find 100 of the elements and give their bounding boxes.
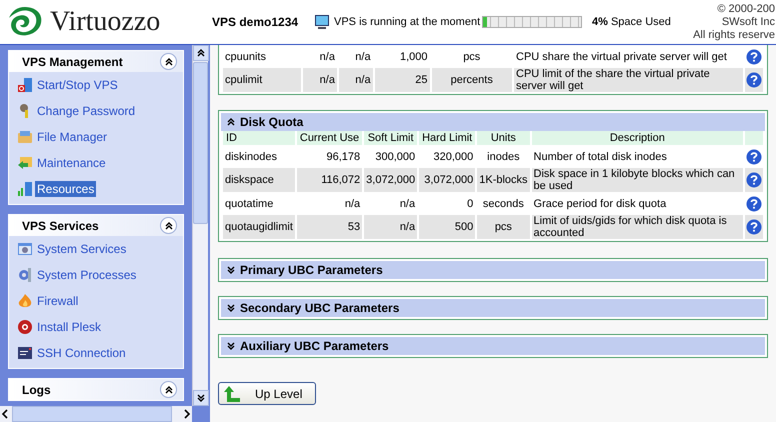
table-cell-text: cpuunits <box>224 50 267 64</box>
horizontal-scrollbar[interactable] <box>0 406 192 422</box>
scroll-down-icon[interactable] <box>197 394 205 402</box>
table-cell-text: n/a <box>344 196 362 212</box>
copyright-text: All rights reserve <box>693 28 775 42</box>
table-cell: n/a <box>303 68 337 92</box>
table-cell-text: CPU share the virtual private server will get <box>515 50 728 64</box>
table-cell-text: 1,000 <box>398 50 428 64</box>
table-cell: pcs <box>477 215 530 239</box>
vps-name: VPS demo1234 <box>212 15 300 29</box>
copyright-text: © 2000-200 <box>717 2 775 16</box>
help-icon[interactable] <box>746 72 762 88</box>
scroll-left-icon[interactable] <box>0 409 10 419</box>
table-cell-text: 320,000 <box>432 150 474 164</box>
copyright-text: SWsoft Inc <box>722 16 775 28</box>
table-cell: 500 <box>419 215 476 239</box>
logo-text: Virtuozzo <box>50 6 160 38</box>
collapse-icon[interactable] <box>227 118 235 126</box>
expand-icon[interactable] <box>227 266 235 274</box>
column-header: Hard Limit <box>419 131 476 145</box>
sidebar-link[interactable]: Start/Stop VPS <box>35 77 120 93</box>
bar-chart-icon[interactable] <box>17 181 33 197</box>
table-cell: 3,072,000 <box>419 168 476 192</box>
collapse-icon[interactable] <box>164 386 172 394</box>
sidebar-link[interactable]: System Services <box>35 241 128 257</box>
table-cell: quotaugidlimit <box>223 215 295 239</box>
sidebar-link[interactable]: System Processes <box>35 267 138 283</box>
table-cell-text: 96,178 <box>326 150 362 164</box>
collapse-button[interactable] <box>160 381 177 398</box>
scroll-up-icon[interactable] <box>197 49 205 57</box>
table-cell: 3,072,000 <box>364 168 418 192</box>
expand-icon[interactable] <box>227 342 235 350</box>
terminal-icon[interactable] <box>17 345 33 361</box>
help-icon[interactable] <box>746 172 762 188</box>
sidebar-link[interactable]: Change Password <box>35 103 138 119</box>
help-icon[interactable] <box>746 196 762 212</box>
sidebar-link[interactable]: File Manager <box>35 129 110 145</box>
table-cell-text: Grace period for disk quota <box>532 196 668 212</box>
table-cell-text: 0 <box>466 196 474 212</box>
sidebar-link[interactable]: Resources <box>35 181 96 197</box>
help-icon[interactable] <box>746 48 762 64</box>
table-cell-text: pcs <box>462 50 482 64</box>
panel-title: Auxiliary UBC Parameters <box>240 339 389 353</box>
table-cell: Limit of uids/gids for which disk quota is accounted <box>532 215 744 239</box>
help-icon[interactable] <box>746 219 762 235</box>
vertical-scrollbar[interactable] <box>192 45 208 406</box>
collapse-icon[interactable] <box>164 58 172 66</box>
table-cell-text: diskinodes <box>224 150 278 164</box>
table-cell: CPU limit of the share the virtual private server will get <box>514 68 743 92</box>
table-cell-text: n/a <box>398 196 416 212</box>
table-cell-text: 300,000 <box>374 150 416 164</box>
up-arrow-icon <box>223 384 241 402</box>
table-cell-text: inodes <box>486 150 521 164</box>
sidebar-link[interactable]: Firewall <box>35 293 80 309</box>
collapse-button[interactable] <box>160 53 177 70</box>
table-cell-text: n/a <box>318 50 336 64</box>
table-cell-text: seconds <box>482 196 525 212</box>
panel-header[interactable]: Disk Quota <box>221 113 765 131</box>
column-header: Soft Limit <box>364 131 418 145</box>
panel-title: Disk Quota <box>240 115 304 129</box>
panel-title: Secondary UBC Parameters <box>240 301 400 315</box>
column-header: Units <box>477 131 530 145</box>
table-cell: Disk space in 1 kilobyte blocks which can be used <box>532 168 744 192</box>
table-cell: n/a <box>338 68 373 92</box>
table-cell-text: quotatime <box>224 196 274 212</box>
table-cell-text: Number of total disk inodes <box>532 150 668 164</box>
up-level-button[interactable]: Up Level <box>218 382 316 405</box>
table-cell: percents <box>432 68 512 92</box>
table-cell: 25 <box>374 68 430 92</box>
table-cell: n/a <box>364 215 418 239</box>
window-icon[interactable] <box>17 241 33 257</box>
table-cell-text: n/a <box>354 50 372 64</box>
collapse-button[interactable] <box>160 217 177 234</box>
space-used-text: 4% Space Used <box>592 16 672 28</box>
table-cell: 53 <box>296 215 362 239</box>
table-cell: diskspace <box>223 168 295 192</box>
help-icon[interactable] <box>746 148 762 164</box>
panel-header[interactable]: Secondary UBC Parameters <box>221 299 765 317</box>
column-header: ID <box>223 131 295 145</box>
table-cell: 1K-blocks <box>477 168 530 192</box>
monitor-icon <box>314 14 330 30</box>
expand-icon[interactable] <box>227 304 235 312</box>
column-header: Current Use <box>296 131 362 145</box>
scroll-right-icon[interactable] <box>182 409 192 419</box>
section-title: VPS Management <box>22 54 123 68</box>
table-cell: cpulimit <box>223 68 302 92</box>
server-icon[interactable] <box>17 77 33 93</box>
panel-header[interactable]: Primary UBC Parameters <box>221 261 765 279</box>
section-title: VPS Services <box>22 218 99 232</box>
column-header: Description <box>532 131 744 145</box>
panel-header[interactable]: Auxiliary UBC Parameters <box>221 337 765 355</box>
sidebar-link[interactable]: Install Plesk <box>35 319 104 335</box>
table-cell: 116,072 <box>296 168 362 192</box>
status-text: VPS is running at the moment <box>334 16 480 28</box>
sidebar-link[interactable]: Maintenance <box>35 155 108 171</box>
collapse-icon[interactable] <box>164 222 172 230</box>
folder-icon[interactable] <box>17 155 33 171</box>
sidebar-link[interactable]: SSH Connection <box>35 345 128 361</box>
section-title: Logs <box>22 382 51 396</box>
panel-title: Primary UBC Parameters <box>240 263 383 277</box>
